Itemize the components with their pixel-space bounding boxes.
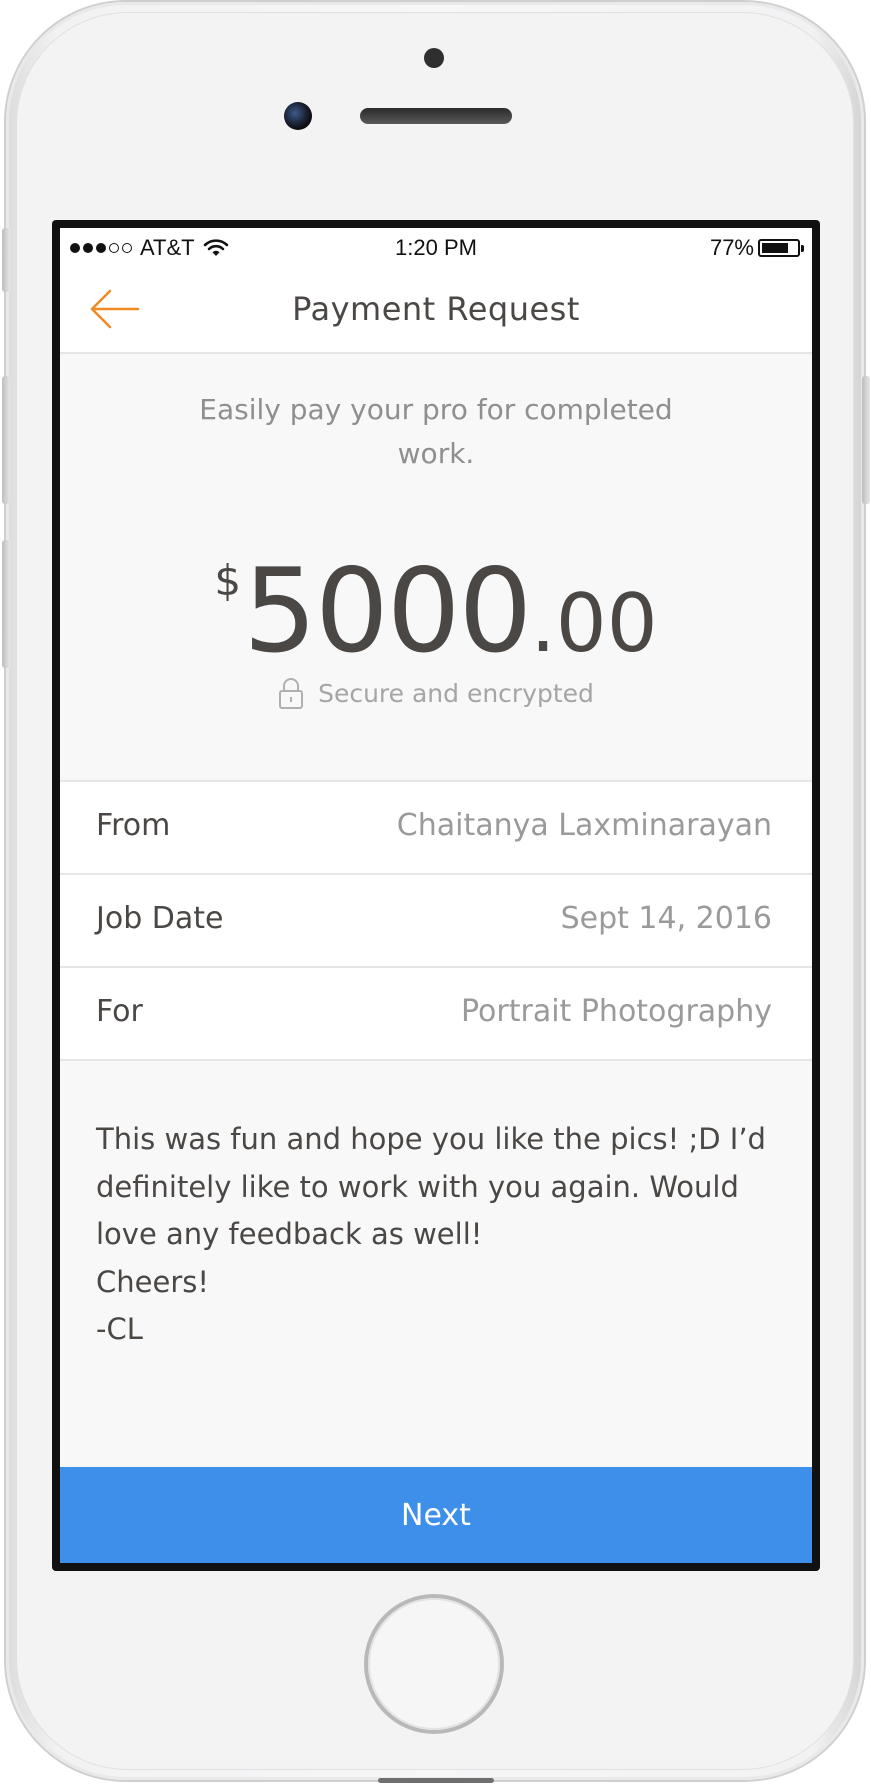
volume-down-button [2, 540, 10, 668]
amount-whole: 5000 [243, 544, 532, 679]
intro-subtitle: Easily pay your pro for completed work. [199, 393, 673, 470]
home-button[interactable] [368, 1598, 500, 1730]
for-value: Portrait Photography [461, 994, 772, 1029]
message-line: definitely like to work with you again. … [96, 1169, 739, 1204]
screen-bezel: AT&T 1:20 PM 77% Payment Request Easily … [52, 220, 820, 1571]
front-camera-icon [284, 102, 312, 130]
lightning-port [378, 1778, 494, 1783]
pro-message: This was fun and hope you like the pics!… [96, 1116, 776, 1354]
battery-icon [758, 239, 804, 257]
amount-cents: .00 [530, 577, 658, 670]
power-button [862, 376, 870, 504]
page-title: Payment Request [292, 290, 580, 328]
security-note: Secure and encrypted [60, 676, 812, 710]
currency-symbol: $ [214, 556, 242, 605]
lock-icon [278, 676, 304, 710]
detail-row-from[interactable]: From Chaitanya Laxminarayan [60, 782, 812, 875]
volume-up-button [2, 376, 10, 504]
payment-details-list: From Chaitanya Laxminarayan Job Date Sep… [60, 780, 812, 1061]
detail-row-for[interactable]: For Portrait Photography [60, 968, 812, 1061]
detail-row-job-date[interactable]: Job Date Sept 14, 2016 [60, 875, 812, 968]
message-line: -CL [96, 1312, 143, 1346]
for-label: For [96, 994, 143, 1029]
battery-level-fill [762, 243, 788, 253]
navigation-bar: Payment Request [60, 268, 812, 354]
message-line: love any feedback as well! [96, 1217, 483, 1251]
from-value: Chaitanya Laxminarayan [396, 808, 772, 843]
status-right: 77% [709, 235, 804, 261]
mute-switch [2, 228, 10, 292]
from-label: From [96, 808, 171, 843]
app-display: AT&T 1:20 PM 77% Payment Request Easily … [60, 228, 812, 1563]
status-time: 1:20 PM [395, 235, 477, 260]
message-line: Cheers! [96, 1264, 209, 1299]
security-label: Secure and encrypted [318, 678, 594, 708]
message-line: This was fun and hope you like the pics!… [96, 1122, 766, 1156]
status-bar: AT&T 1:20 PM 77% [60, 228, 812, 268]
proximity-sensor [424, 48, 444, 68]
battery-percentage: 77% [709, 235, 754, 260]
job-date-label: Job Date [96, 901, 224, 936]
payment-amount: $5000.00 [60, 544, 812, 679]
next-button[interactable]: Next [60, 1467, 812, 1563]
earpiece-speaker [360, 108, 512, 124]
job-date-value: Sept 14, 2016 [560, 901, 772, 936]
